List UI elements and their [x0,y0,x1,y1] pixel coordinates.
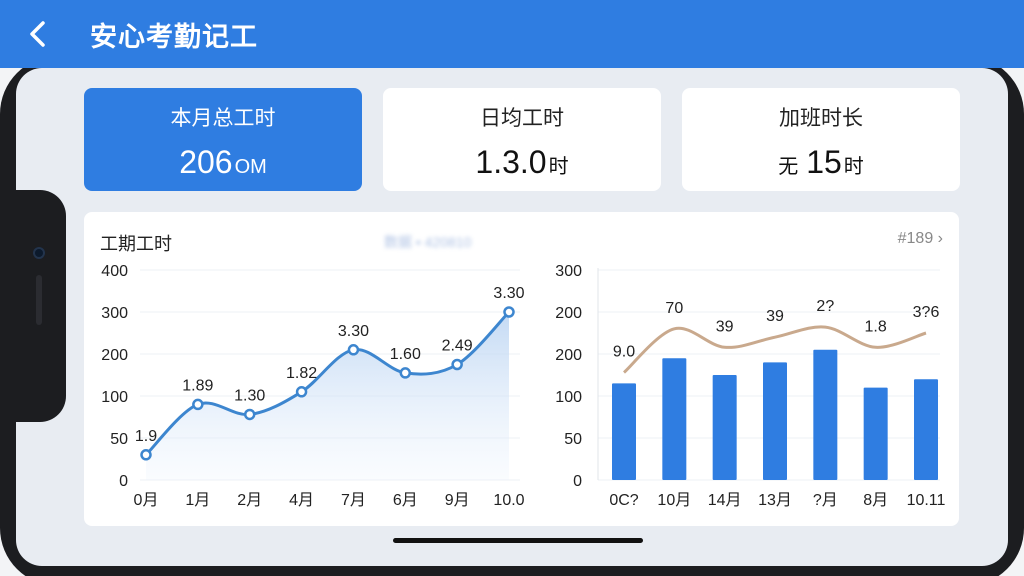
data-label: 1.9 [135,428,157,445]
y-tick-label: 300 [555,263,582,280]
x-tick-label: 1月 [185,492,210,509]
y-tick-label: 400 [101,263,128,280]
x-tick-label: 0月 [134,492,159,509]
app-bar: 安心考勤记工 [0,0,1024,68]
camera-icon [33,247,45,259]
data-label: 39 [716,318,734,335]
x-tick-label: 10.0 [493,492,524,509]
x-tick-label: 10.11 [907,492,946,509]
home-indicator[interactable] [393,538,643,543]
y-tick-label: 50 [110,431,128,448]
data-label: 3?6 [913,304,940,321]
x-tick-label: ?月 [813,492,838,509]
data-label: 1.8 [865,318,887,335]
y-tick-label: 0 [119,473,128,490]
data-point [503,306,515,318]
data-label: 2.49 [442,338,473,355]
data-point [451,358,463,371]
data-point [295,386,308,398]
y-tick-label: 300 [101,305,128,322]
bar [763,362,787,480]
y-tick-label: 200 [101,347,128,364]
bar [612,383,636,480]
chevron-left-icon [30,21,45,47]
y-tick-label: 50 [564,431,582,448]
x-tick-label: 7月 [341,492,366,509]
data-label: 9.0 [613,343,635,360]
y-tick-label: 100 [101,389,128,406]
data-label: 2? [816,298,834,315]
data-label: 1.30 [234,387,265,404]
x-tick-label: 8月 [863,492,888,509]
x-tick-label: 0C? [609,492,638,509]
page-title: 安心考勤记工 [90,21,258,52]
charts-layer: 400 300 200 100 50 0 1.9 0月 1.89 1月 1.30 2月 1.82 4月 3.… [101,263,946,509]
data-point [399,367,412,379]
x-tick-label: 14月 [708,492,742,509]
x-tick-label: 13月 [758,492,792,509]
bar [863,387,888,480]
data-point [347,344,360,356]
y-tick-label: 0 [573,473,582,490]
data-label: 1.82 [286,365,317,382]
x-tick-label: 10月 [657,492,691,509]
x-tick-label: 4月 [289,492,314,509]
data-label: 1.89 [182,377,213,394]
data-label: 3.30 [338,323,369,340]
data-point [243,408,256,421]
x-tick-label: 6月 [393,492,418,509]
x-tick-label: 9月 [445,492,470,509]
speaker-grille [36,275,42,325]
data-label: 1.60 [390,346,421,363]
data-label: 39 [766,308,784,325]
data-point [140,449,152,461]
bar [914,379,938,480]
bar [712,375,737,480]
bar [813,349,838,480]
y-tick-label: 200 [555,347,582,364]
data-label: 3.30 [493,285,524,302]
y-tick-label: 100 [555,389,582,406]
bar [662,358,687,480]
back-button[interactable] [18,14,58,54]
data-point [192,398,204,411]
x-tick-label: 2月 [237,492,262,509]
y-tick-label: 200 [555,305,582,322]
data-label: 70 [665,300,683,317]
